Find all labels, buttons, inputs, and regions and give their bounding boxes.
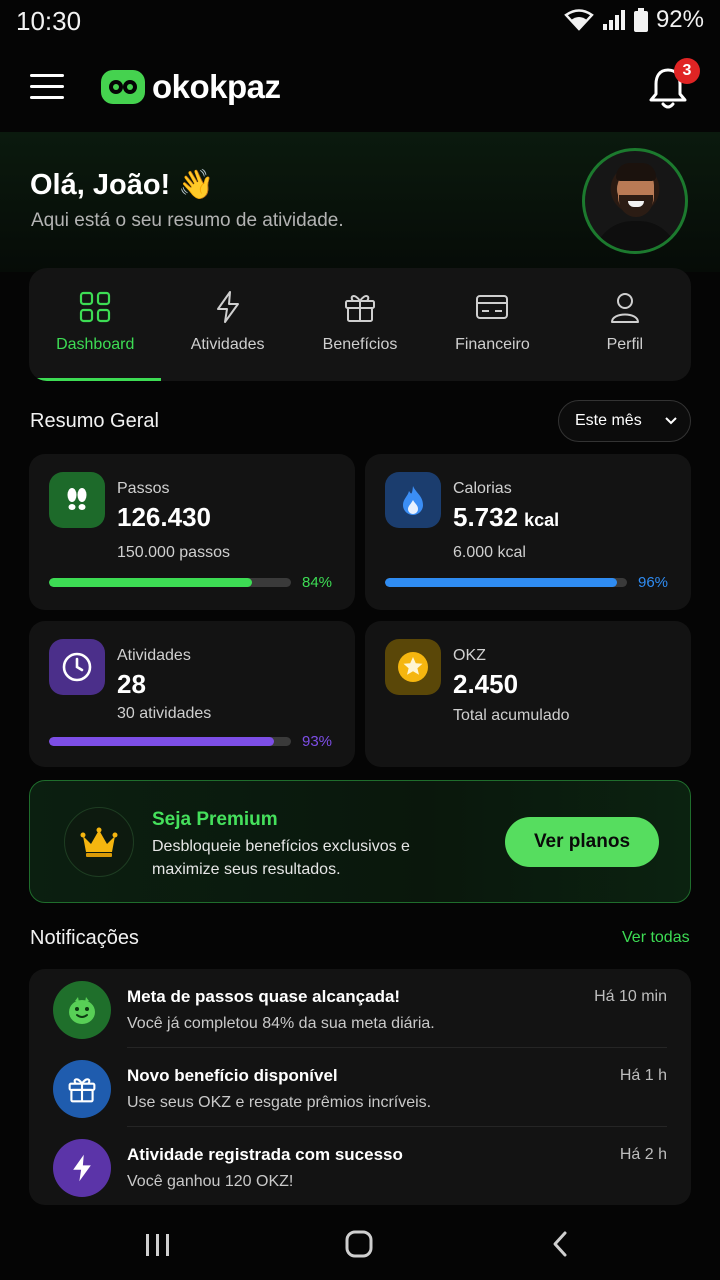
notification-title: Meta de passos quase alcançada! xyxy=(127,987,401,1006)
progress-fill xyxy=(385,578,618,587)
bolt-icon xyxy=(53,1139,111,1197)
notification-body: Você ganhou 120 OKZ! xyxy=(127,1173,294,1190)
progress-percent: 84% xyxy=(302,574,333,591)
flame-icon xyxy=(385,472,441,528)
stat-label: OKZ xyxy=(453,647,486,664)
stat-card-okz[interactable]: OKZ 2.450 Total acumulado xyxy=(365,621,691,767)
battery-level: 92% xyxy=(655,6,704,33)
progress-fill xyxy=(49,737,275,746)
notification-badge: 3 xyxy=(674,58,700,84)
tab-dashboard[interactable]: Dashboard xyxy=(29,268,162,381)
tab-label: Dashboard xyxy=(56,336,135,353)
status-icons: 92% xyxy=(564,6,704,34)
premium-description: Desbloqueie benefícios exclusivos e maxi… xyxy=(152,838,410,878)
tab-perfil[interactable]: Perfil xyxy=(559,268,691,381)
footsteps-icon xyxy=(49,472,105,528)
avatar[interactable] xyxy=(582,148,688,254)
user-icon xyxy=(610,293,639,323)
summary-title: Resumo Geral xyxy=(30,410,159,432)
logo-icon xyxy=(101,70,145,104)
mascot-icon xyxy=(53,981,111,1039)
stat-label: Calorias xyxy=(453,480,512,497)
crown-icon xyxy=(64,807,134,877)
stat-value: 5.732 kcal xyxy=(453,502,560,532)
stat-goal: 6.000 kcal xyxy=(453,544,526,561)
stat-unit: kcal xyxy=(524,510,560,530)
progress-bar xyxy=(49,737,291,746)
premium-title: Seja Premium xyxy=(152,809,278,830)
system-nav-bar xyxy=(0,1210,720,1280)
tab-label: Perfil xyxy=(606,336,644,353)
stat-label: Passos xyxy=(117,480,170,497)
brand-logo: okokpaz xyxy=(100,68,281,106)
tab-label: Atividades xyxy=(190,336,265,353)
gift-icon xyxy=(53,1060,111,1118)
notification-title: Novo benefício disponível xyxy=(127,1066,338,1085)
list-item[interactable]: Meta de passos quase alcançada! Você já … xyxy=(29,969,691,1048)
notifications-list: Meta de passos quase alcançada! Você já … xyxy=(29,969,691,1205)
see-all-link[interactable]: Ver todas xyxy=(622,929,690,947)
menu-icon[interactable] xyxy=(30,74,64,100)
stat-card-activities[interactable]: Atividades 28 30 atividades 93% xyxy=(29,621,355,767)
tab-label: Financeiro xyxy=(455,336,530,353)
notification-time: Há 2 h xyxy=(619,1146,667,1163)
brand-name: okokpaz xyxy=(152,68,281,105)
signal-icon xyxy=(602,10,625,30)
progress-bar xyxy=(385,578,627,587)
main-tabs: Dashboard Atividades Benefícios Financei… xyxy=(29,268,691,381)
list-item[interactable]: Atividade registrada com sucesso Você ga… xyxy=(29,1127,691,1206)
stat-card-calories[interactable]: Calorias 5.732 kcal 6.000 kcal 96% xyxy=(365,454,691,610)
progress-percent: 93% xyxy=(302,733,333,750)
grid-icon xyxy=(80,291,111,323)
stat-caption: Total acumulado xyxy=(453,707,570,724)
premium-banner: Seja Premium Desbloqueie benefícios excl… xyxy=(29,780,691,903)
wifi-icon xyxy=(564,9,594,31)
progress-bar xyxy=(49,578,291,587)
stat-value: 2.450 xyxy=(453,669,519,699)
notification-body: Use seus OKZ e resgate prêmios incríveis… xyxy=(127,1094,432,1111)
home-icon[interactable] xyxy=(345,1230,373,1258)
notification-time: Há 1 h xyxy=(619,1067,667,1084)
stat-label: Atividades xyxy=(117,647,191,664)
tab-label: Benefícios xyxy=(322,336,398,353)
stat-value: 126.430 xyxy=(117,502,211,532)
bolt-icon xyxy=(216,291,239,323)
notification-body: Você já completou 84% da sua meta diária… xyxy=(127,1015,435,1032)
recent-apps-icon[interactable] xyxy=(144,1232,172,1258)
notification-time: Há 10 min xyxy=(594,988,667,1005)
stat-goal: 30 atividades xyxy=(117,705,212,722)
notifications-title: Notificações xyxy=(30,927,139,949)
notification-title: Atividade registrada com sucesso xyxy=(127,1145,403,1164)
list-item[interactable]: Novo benefício disponível Use seus OKZ e… xyxy=(29,1048,691,1127)
period-value: Este mês xyxy=(575,412,642,429)
stat-value: 28 xyxy=(117,669,146,699)
clock-icon xyxy=(49,639,105,695)
greeting-title: Olá, João! 👋 xyxy=(30,169,215,201)
greeting-subtitle: Aqui está o seu resumo de atividade. xyxy=(31,210,344,231)
tab-atividades[interactable]: Atividades xyxy=(161,268,293,381)
view-plans-button[interactable]: Ver planos xyxy=(505,817,659,867)
back-icon[interactable] xyxy=(550,1230,570,1258)
period-select[interactable]: Este mês xyxy=(558,400,691,442)
battery-icon xyxy=(633,8,648,32)
stat-goal: 150.000 passos xyxy=(117,544,230,561)
card-icon xyxy=(476,295,509,319)
progress-percent: 96% xyxy=(638,574,669,591)
notifications-button[interactable]: 3 xyxy=(648,58,700,110)
status-time: 10:30 xyxy=(16,6,82,36)
progress-fill xyxy=(49,578,253,587)
tab-financeiro[interactable]: Financeiro xyxy=(426,268,558,381)
stat-card-steps[interactable]: Passos 126.430 150.000 passos 84% xyxy=(29,454,355,610)
chevron-down-icon xyxy=(664,417,677,425)
tab-beneficios[interactable]: Benefícios xyxy=(294,268,426,381)
star-coin-icon xyxy=(385,639,441,695)
gift-icon xyxy=(345,295,376,322)
